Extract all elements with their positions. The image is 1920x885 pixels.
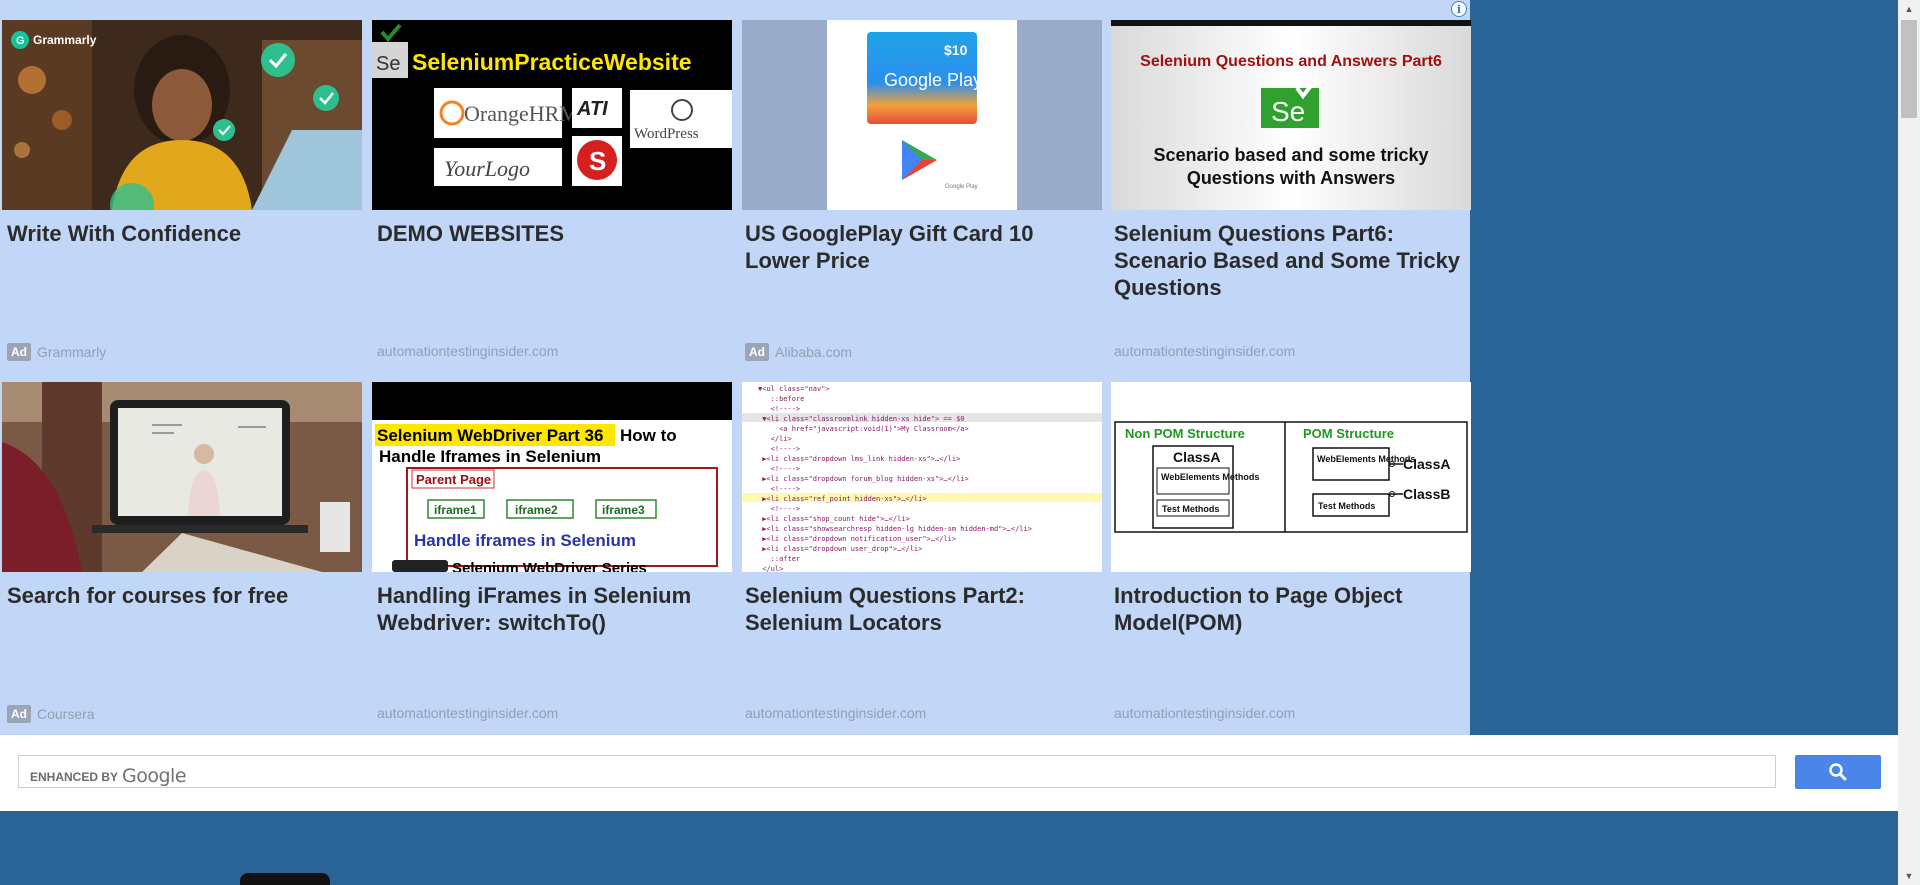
svg-text:SeleniumPracticeWebsite: SeleniumPracticeWebsite xyxy=(412,49,692,75)
svg-text:ClassB: ClassB xyxy=(1403,486,1450,502)
svg-text:Test Methods: Test Methods xyxy=(1318,501,1375,511)
card-source[interactable]: Ad Alibaba.com xyxy=(745,343,852,361)
devtools-code-image: ▼<ul class="nav"> ::before <!----> ▼<li … xyxy=(742,382,1102,572)
svg-text:iframe1: iframe1 xyxy=(434,503,477,517)
demo-websites-image: Se SeleniumPracticeWebsite OrangeHRM ATI… xyxy=(372,20,732,210)
card-source[interactable]: automationtestinginsider.com xyxy=(1114,343,1295,359)
card-demo-websites[interactable]: Se SeleniumPracticeWebsite OrangeHRM ATI… xyxy=(369,20,732,368)
card-thumbnail[interactable] xyxy=(2,382,362,572)
svg-text:$10: $10 xyxy=(944,42,968,58)
info-icon[interactable]: i xyxy=(1451,1,1467,17)
svg-text:Scenario based and some tricky: Scenario based and some tricky xyxy=(1153,145,1428,165)
search-input[interactable]: ENHANCED BY Google xyxy=(18,755,1776,788)
site-logo-partial xyxy=(240,873,330,885)
svg-text:Questions with Answers: Questions with Answers xyxy=(1187,168,1395,188)
svg-text:Selenium Questions and Answers: Selenium Questions and Answers Part6 xyxy=(1140,53,1442,70)
scroll-down-arrow-icon[interactable]: ▼ xyxy=(1898,867,1920,885)
svg-text:Handle Iframes in Selenium: Handle Iframes in Selenium xyxy=(379,447,601,466)
card-thumbnail[interactable]: Selenium WebDriver Part 36 How to Handle… xyxy=(372,382,732,572)
card-source[interactable]: automationtestinginsider.com xyxy=(377,705,558,721)
svg-text:Test Methods: Test Methods xyxy=(1162,504,1219,514)
card-selenium-part2[interactable]: ▼<ul class="nav"> ::before <!----> ▼<li … xyxy=(740,382,1102,730)
svg-text:Se: Se xyxy=(376,53,400,75)
svg-text:iframe3: iframe3 xyxy=(602,503,645,517)
card-title[interactable]: Selenium Questions Part6: Scenario Based… xyxy=(1114,220,1469,301)
card-grammarly-ad[interactable]: G Grammarly Write With Confidence Ad Gra… xyxy=(0,20,362,368)
card-title[interactable]: DEMO WEBSITES xyxy=(377,220,732,247)
ad-badge: Ad xyxy=(7,343,31,361)
search-button[interactable] xyxy=(1795,755,1881,789)
svg-text:G: G xyxy=(16,35,25,47)
related-content-ads: i G Grammarly Write With Confidence Ad G… xyxy=(0,0,1471,735)
card-title[interactable]: Handling iFrames in Selenium Webdriver: … xyxy=(377,582,732,636)
coursera-ad-image xyxy=(2,382,362,572)
svg-text:POM Structure: POM Structure xyxy=(1303,426,1394,441)
vertical-scrollbar[interactable]: ▲ ▼ xyxy=(1898,0,1920,885)
card-thumbnail[interactable]: Selenium Questions and Answers Part6 Se … xyxy=(1111,20,1471,210)
card-coursera-ad[interactable]: Search for courses for free Ad Coursera xyxy=(0,382,362,730)
pom-structure-image: Non POM Structure POM Structure ClassA W… xyxy=(1111,382,1471,572)
card-selenium-part6[interactable]: Selenium Questions and Answers Part6 Se … xyxy=(1109,20,1471,368)
search-icon xyxy=(1829,763,1847,781)
ad-badge: Ad xyxy=(745,343,769,361)
svg-text:iframe2: iframe2 xyxy=(515,503,558,517)
card-thumbnail[interactable]: $10 Google Play Google Play xyxy=(742,20,1102,210)
card-handling-iframes[interactable]: Selenium WebDriver Part 36 How to Handle… xyxy=(369,382,732,730)
svg-text:Google Play: Google Play xyxy=(884,70,982,90)
svg-text:YourLogo: YourLogo xyxy=(444,156,530,181)
card-source[interactable]: automationtestinginsider.com xyxy=(745,705,926,721)
svg-text:S: S xyxy=(589,146,606,176)
code-snippet: ▼<ul class="nav"> ::before <!----> ▼<li … xyxy=(758,385,1032,572)
card-intro-pom[interactable]: Non POM Structure POM Structure ClassA W… xyxy=(1109,382,1471,730)
svg-text:ClassA: ClassA xyxy=(1173,449,1220,465)
svg-text:How to: How to xyxy=(620,426,677,445)
svg-text:Se: Se xyxy=(1271,96,1305,127)
card-thumbnail[interactable]: Non POM Structure POM Structure ClassA W… xyxy=(1111,382,1471,572)
ad-badge: Ad xyxy=(7,705,31,723)
search-watermark: ENHANCED BY Google xyxy=(30,765,187,787)
advertiser-name[interactable]: Coursera xyxy=(37,706,95,722)
card-source[interactable]: automationtestinginsider.com xyxy=(377,343,558,359)
svg-text:ATI: ATI xyxy=(576,98,608,120)
card-googleplay-ad[interactable]: $10 Google Play Google Play US GooglePla… xyxy=(740,20,1102,368)
svg-text:ClassA: ClassA xyxy=(1403,456,1450,472)
svg-text:Handle iframes in Selenium: Handle iframes in Selenium xyxy=(414,531,636,550)
card-thumbnail[interactable]: ▼<ul class="nav"> ::before <!----> ▼<li … xyxy=(742,382,1102,572)
card-title[interactable]: Introduction to Page Object Model(POM) xyxy=(1114,582,1469,636)
svg-text:Selenium WebDriver Series: Selenium WebDriver Series xyxy=(452,560,647,572)
card-title[interactable]: Search for courses for free xyxy=(7,582,362,609)
svg-text:WebElements Methods: WebElements Methods xyxy=(1161,472,1259,482)
card-source[interactable]: automationtestinginsider.com xyxy=(1114,705,1295,721)
scroll-up-arrow-icon[interactable]: ▲ xyxy=(1898,0,1920,18)
svg-text:Selenium WebDriver Part 36: Selenium WebDriver Part 36 xyxy=(377,426,603,445)
card-thumbnail[interactable]: G Grammarly xyxy=(2,20,362,210)
svg-text:Google Play: Google Play xyxy=(945,184,978,190)
svg-text:Non POM Structure: Non POM Structure xyxy=(1125,426,1245,441)
grammarly-ad-image: G Grammarly xyxy=(2,20,362,210)
svg-text:OrangeHRM: OrangeHRM xyxy=(464,101,579,126)
card-title[interactable]: Selenium Questions Part2: Selenium Locat… xyxy=(745,582,1100,636)
card-title[interactable]: US GooglePlay Gift Card 10 Lower Price xyxy=(745,220,1100,274)
selenium-part6-image: Selenium Questions and Answers Part6 Se … xyxy=(1111,20,1471,210)
card-source[interactable]: Ad Coursera xyxy=(7,705,95,723)
google-play-card-image: $10 Google Play Google Play xyxy=(742,20,1102,210)
card-thumbnail[interactable]: Se SeleniumPracticeWebsite OrangeHRM ATI… xyxy=(372,20,732,210)
handling-iframes-image: Selenium WebDriver Part 36 How to Handle… xyxy=(372,382,732,572)
card-source[interactable]: Ad Grammarly xyxy=(7,343,106,361)
svg-text:Grammarly: Grammarly xyxy=(33,33,97,47)
scrollbar-thumb[interactable] xyxy=(1901,20,1917,118)
svg-text:WebElements Methods: WebElements Methods xyxy=(1317,454,1415,464)
google-custom-search-bar: ENHANCED BY Google xyxy=(0,735,1898,811)
advertiser-name[interactable]: Alibaba.com xyxy=(775,344,852,360)
card-title[interactable]: Write With Confidence xyxy=(7,220,362,247)
svg-text:WordPress: WordPress xyxy=(634,126,699,142)
advertiser-name[interactable]: Grammarly xyxy=(37,344,106,360)
svg-text:Parent Page: Parent Page xyxy=(416,472,491,487)
